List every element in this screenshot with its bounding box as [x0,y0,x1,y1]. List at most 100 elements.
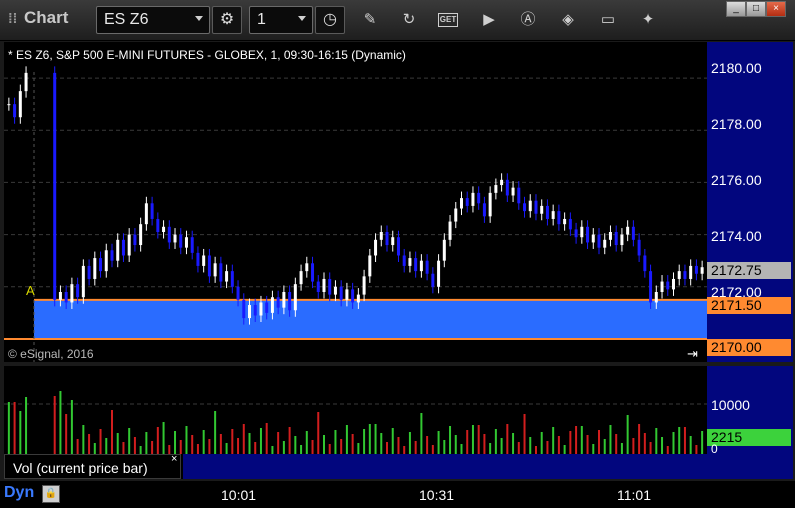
candle-body [207,255,211,277]
candle-body [431,273,435,287]
candle-body [385,232,389,246]
grip-icon[interactable]: ⁞⁞ [8,10,18,26]
volume-bar [632,438,635,454]
candle-body [425,260,429,274]
candle-body [402,255,406,266]
candle-body [517,187,521,204]
price-chart-pane[interactable]: * ES Z6, S&P 500 E-MINI FUTURES - GLOBEX… [4,42,707,362]
volume-bar [426,436,429,454]
volume-bar [231,429,234,454]
chevron-down-icon[interactable] [195,16,203,21]
close-study-icon[interactable]: × [171,453,177,465]
volume-bar [363,429,366,454]
volume-bar [386,442,389,454]
get-icon[interactable]: GET [438,13,458,27]
volume-bar [317,412,320,454]
candle-body [505,179,509,196]
candle-body [419,260,423,272]
candle-body [328,278,332,295]
volume-bar [471,425,474,454]
volume-bar [357,443,360,454]
candle-body [580,226,584,238]
volume-bar [661,437,664,454]
candle-body [437,260,441,287]
candle-body [139,224,143,246]
volume-bar [552,427,555,454]
volume-bar [88,434,91,454]
candle-body [202,255,206,266]
price-axis[interactable]: 2180.00 2178.00 2176.00 2174.00 2172.00 … [707,42,793,362]
settings-gear-icon[interactable]: ⚙ [212,6,242,34]
volume-bar [70,400,73,454]
volume-bar [93,443,96,454]
volume-bar [523,414,526,454]
symbol-combobox[interactable]: ES Z6 [96,6,210,34]
close-button[interactable]: × [766,1,786,17]
candle-body [391,237,395,246]
play-icon[interactable]: ▶ [479,10,499,30]
candle-body [265,302,269,313]
tag-icon[interactable]: ◈ [558,10,578,30]
refresh-icon[interactable]: ↻ [399,10,419,30]
candle-body [311,263,315,282]
chevron-down-icon[interactable] [298,16,306,21]
candle-body [454,208,458,222]
volume-bar [151,441,154,454]
minimize-button[interactable]: _ [726,1,746,17]
candle-body [333,286,337,295]
candle-body [242,299,246,319]
volume-bar [500,438,503,454]
maximize-button[interactable]: □ [746,1,766,17]
dyn-label[interactable]: Dyn [4,484,34,502]
volume-bar [254,442,257,454]
price-chart[interactable] [4,42,707,362]
volume-bar [202,430,205,454]
volume-bar [672,432,675,454]
candle-body [574,229,578,238]
volume-axis[interactable]: 10000 2215 0 [707,366,793,479]
scroll-right-icon[interactable]: ⇥ [687,346,698,362]
search-a-icon[interactable]: Ⓐ [518,10,538,30]
volume-bar [282,441,285,454]
volume-bar [294,436,297,454]
candle-body [700,267,704,274]
pencil-icon[interactable]: ✎ [360,10,380,30]
volume-bar [374,424,377,454]
volume-bar [598,430,601,454]
app-title-label: Chart [24,8,69,27]
time-axis[interactable]: Dyn 🔒 10:01 10:31 11:01 [0,481,795,508]
candle-body [110,250,114,261]
volume-bar [271,446,274,454]
candle-body [93,258,97,279]
twitter-icon[interactable]: ✦ [638,10,658,30]
clock-icon[interactable]: ◷ [315,6,345,34]
candle-body [557,211,561,225]
marker-a[interactable]: A [26,283,35,298]
candle-body [482,203,486,217]
candle-body [345,289,349,300]
time-label: 10:31 [419,487,455,503]
volume-pane[interactable] [4,366,707,454]
volume-bar [265,423,268,454]
study-label-box[interactable]: Vol (current price bar) [4,454,181,479]
volume-chart[interactable] [4,366,707,454]
lock-icon[interactable]: 🔒 [42,485,60,503]
candle-body [293,284,297,311]
volume-bar [391,428,394,454]
candle-body [316,281,320,292]
volume-bar [638,424,641,454]
interval-value: 1 [257,11,266,28]
volume-bar [626,415,629,454]
volume-bar [25,397,28,454]
study-label: Vol (current price bar) [13,460,148,476]
volume-bar [99,429,102,454]
volume-bar [345,425,348,454]
volume-bar [334,430,337,454]
volume-bar [563,445,566,454]
volume-axis-label: 10000 [711,397,750,413]
message-icon[interactable]: ▭ [598,10,618,30]
interval-combobox[interactable]: 1 [249,6,313,34]
candle-body [631,226,635,240]
volume-bar [414,441,417,454]
candle-body [414,258,418,272]
